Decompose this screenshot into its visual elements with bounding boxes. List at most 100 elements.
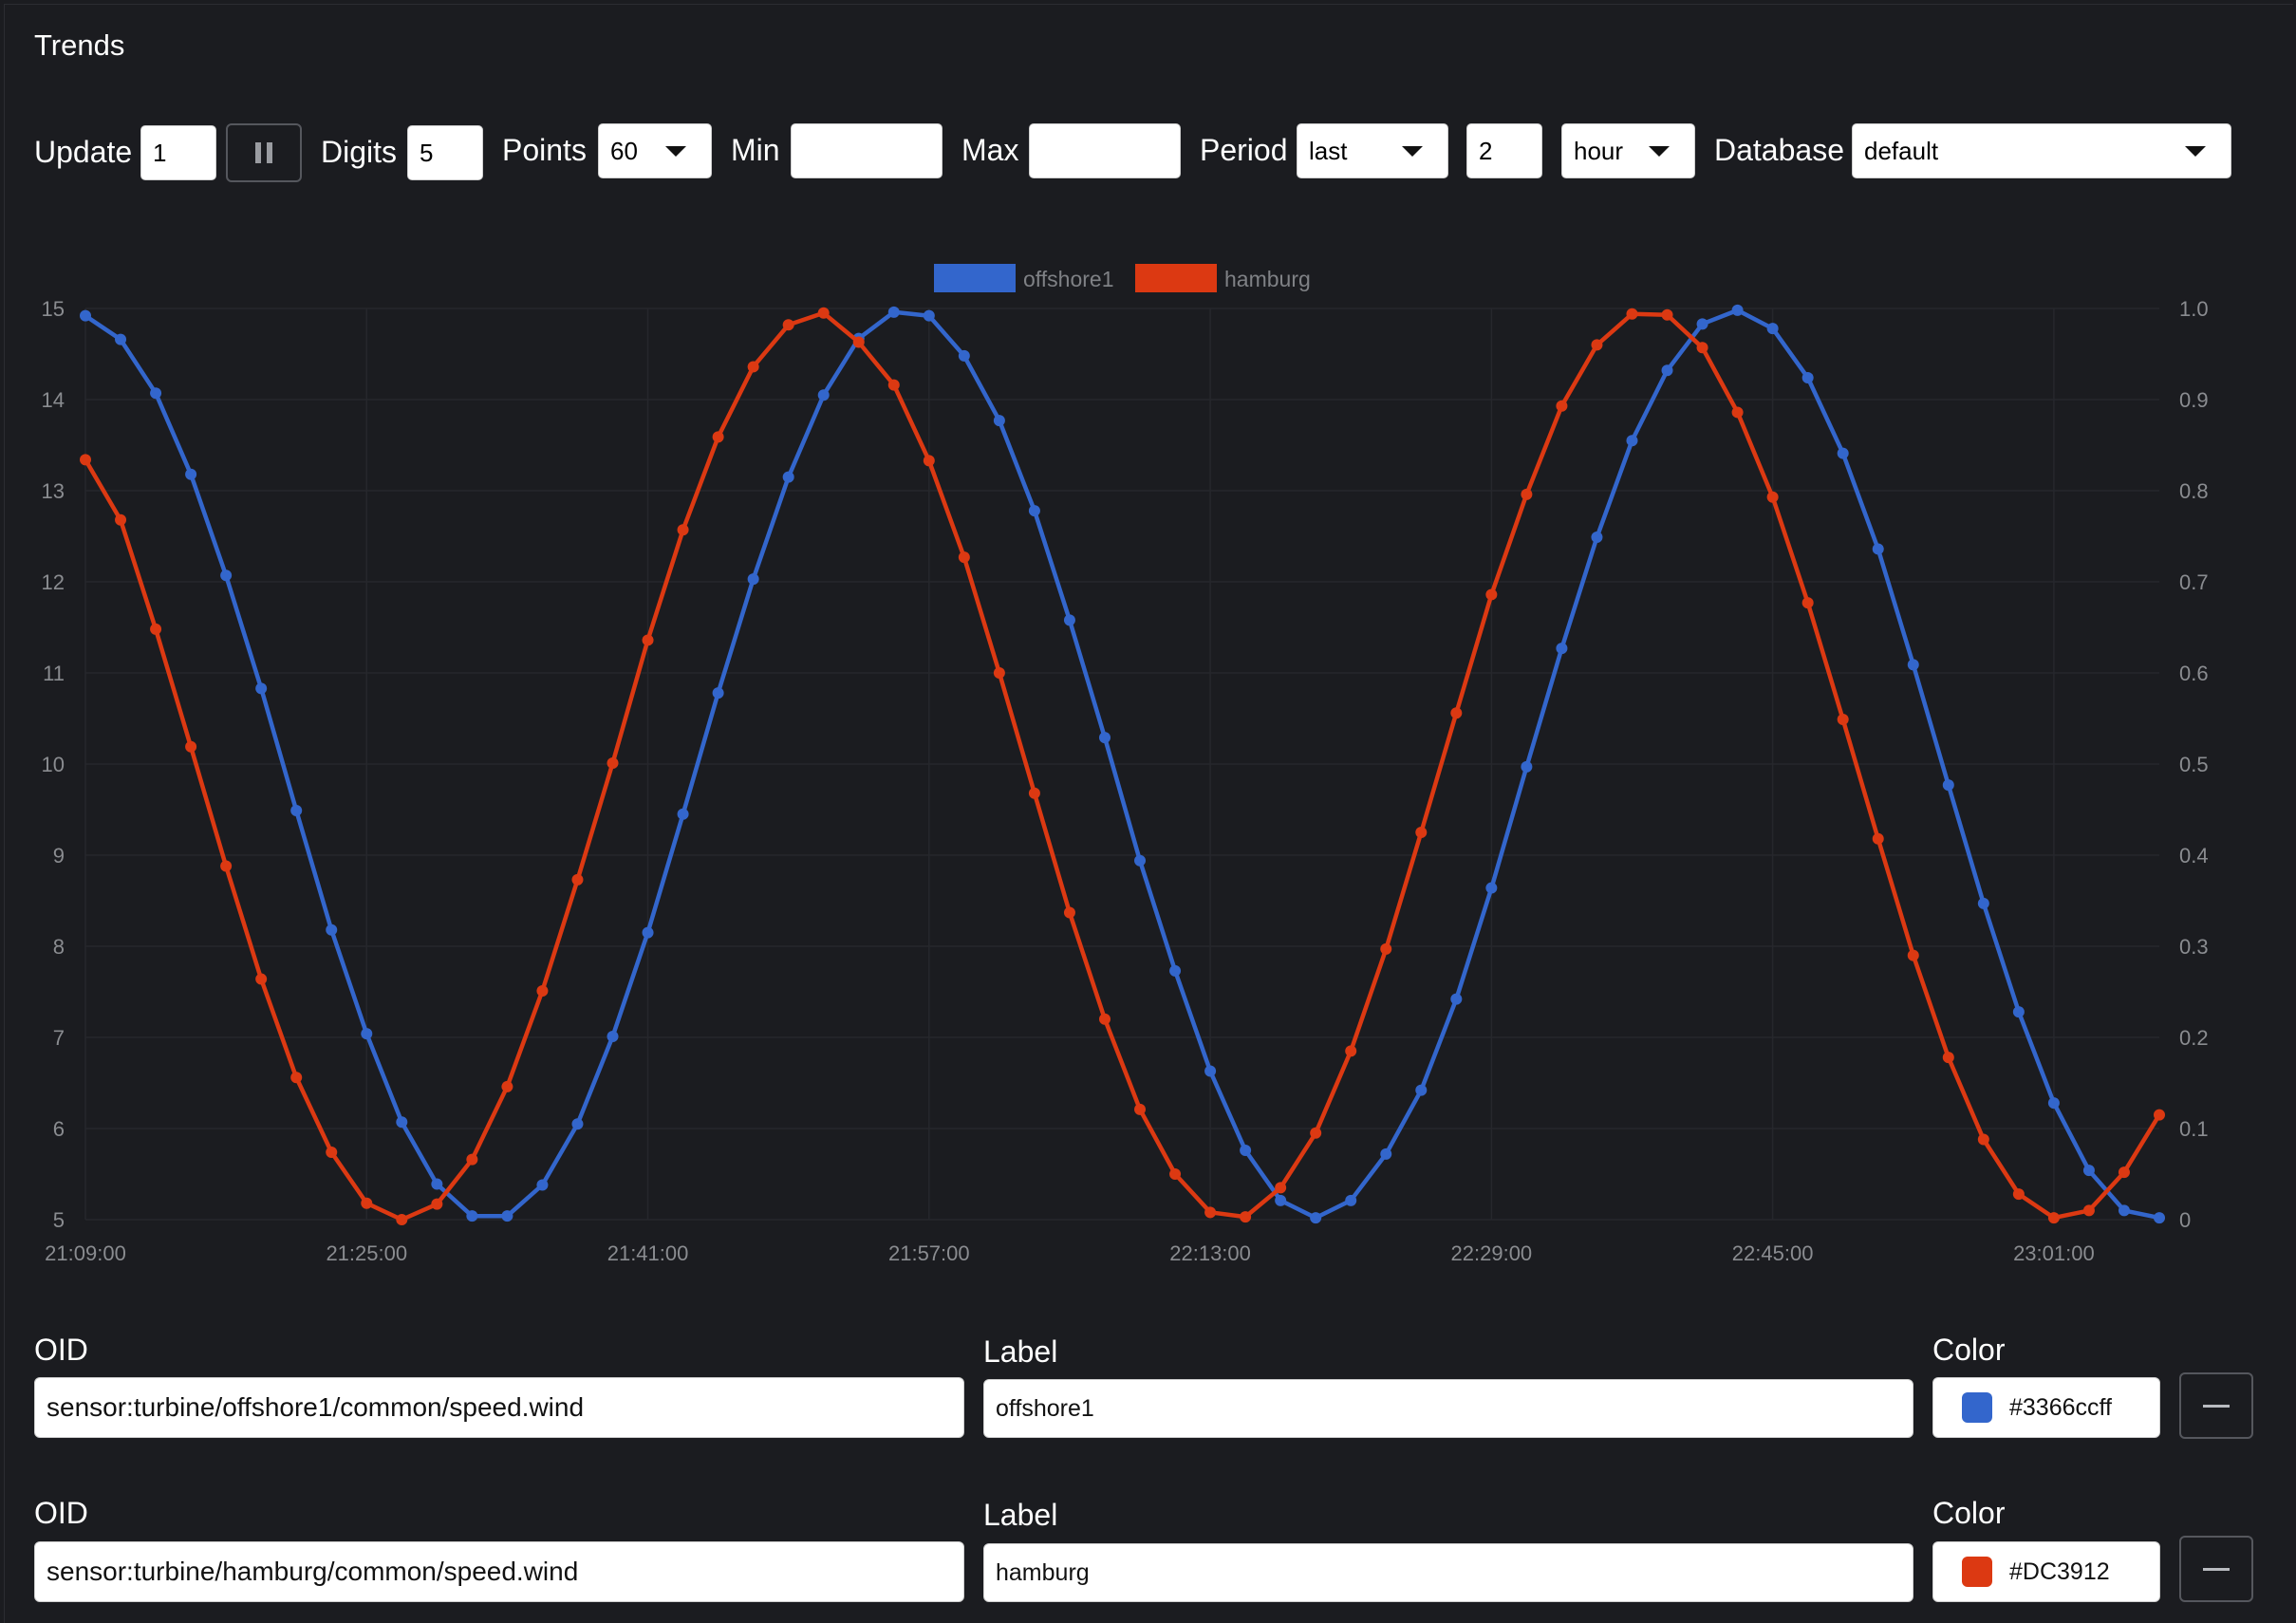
min-input[interactable]: [791, 123, 943, 178]
data-point-offshore1: [1415, 1084, 1428, 1096]
points-value: 60: [610, 136, 638, 165]
data-point-hamburg: [1801, 597, 1814, 609]
data-point-hamburg: [1556, 400, 1568, 412]
color-swatch: [1962, 1557, 1992, 1587]
data-point-hamburg: [2047, 1212, 2060, 1224]
series-label-value: offshore1: [996, 1394, 1094, 1422]
data-point-hamburg: [1591, 339, 1603, 351]
series-label-input[interactable]: offshore1: [983, 1379, 1913, 1438]
pause-button[interactable]: [226, 123, 302, 182]
data-point-offshore1: [326, 923, 338, 936]
remove-series-button[interactable]: [2179, 1536, 2253, 1602]
chevron-down-icon: [2185, 145, 2206, 157]
data-point-offshore1: [1380, 1147, 1392, 1160]
y-right-tick-label: 0.2: [2179, 1026, 2209, 1050]
data-point-offshore1: [2047, 1097, 2060, 1110]
data-point-hamburg: [1731, 406, 1744, 419]
x-tick-label: 21:25:00: [326, 1241, 407, 1265]
y-right-tick-label: 0.1: [2179, 1117, 2209, 1141]
data-point-hamburg: [1169, 1168, 1182, 1180]
data-point-offshore1: [607, 1031, 619, 1043]
data-point-offshore1: [887, 306, 900, 318]
data-point-offshore1: [1801, 371, 1814, 383]
data-point-offshore1: [2154, 1212, 2165, 1224]
data-point-hamburg: [782, 319, 794, 331]
oid-input[interactable]: sensor:turbine/hamburg/common/speed.wind: [34, 1541, 964, 1602]
data-point-offshore1: [396, 1116, 408, 1129]
period-count-value: 2: [1479, 136, 1493, 165]
pause-icon-bar-right: [267, 142, 272, 163]
trend-chart: offshore1 hamburg 5 6 7 8 9 10 11 12 13 14 15 0 0.1 0.…: [42, 264, 2209, 1265]
digits-label: Digits: [321, 135, 398, 169]
x-tick-label: 21:41:00: [607, 1241, 689, 1265]
data-point-offshore1: [501, 1210, 513, 1222]
period-count-input[interactable]: 2: [1466, 123, 1542, 178]
legend-swatch-offshore1: [934, 264, 1016, 292]
data-point-offshore1: [1556, 643, 1568, 655]
series-label-input[interactable]: hamburg: [983, 1543, 1913, 1602]
data-point-hamburg: [2012, 1188, 2025, 1201]
y-left-tick-label: 10: [42, 753, 65, 776]
chart-legend: offshore1 hamburg: [934, 264, 1311, 292]
y-left-tick-label: 14: [42, 388, 65, 412]
data-point-hamburg: [1204, 1206, 1217, 1219]
remove-series-button[interactable]: [2179, 1372, 2253, 1439]
y-right-tick-label: 0.8: [2179, 479, 2209, 503]
data-point-offshore1: [1028, 505, 1040, 517]
data-point-offshore1: [1485, 882, 1498, 894]
oid-input[interactable]: sensor:turbine/offshore1/common/speed.wi…: [34, 1377, 964, 1438]
data-point-hamburg: [1766, 491, 1779, 503]
data-point-hamburg: [887, 379, 900, 391]
data-point-hamburg: [1380, 942, 1392, 955]
data-point-offshore1: [1310, 1212, 1322, 1224]
y-left-tick-label: 6: [53, 1117, 65, 1141]
data-point-offshore1: [642, 926, 654, 939]
database-label: Database: [1714, 133, 1844, 167]
database-select[interactable]: default: [1852, 123, 2231, 178]
y-right-tick-label: 0.4: [2179, 844, 2209, 867]
data-point-offshore1: [1063, 614, 1075, 626]
y-left-tick-label: 12: [42, 570, 65, 594]
data-point-hamburg: [1063, 906, 1075, 919]
digits-input[interactable]: 5: [407, 125, 483, 180]
data-point-offshore1: [255, 682, 268, 695]
points-select[interactable]: 60: [598, 123, 712, 178]
data-point-offshore1: [80, 309, 91, 322]
x-tick-label: 22:13:00: [1169, 1241, 1251, 1265]
data-point-offshore1: [1240, 1145, 1252, 1157]
data-point-hamburg: [501, 1080, 513, 1092]
data-point-offshore1: [1521, 760, 1533, 773]
period-unit-select[interactable]: hour: [1561, 123, 1695, 178]
data-point-hamburg: [1028, 787, 1040, 799]
update-input[interactable]: 1: [140, 125, 216, 180]
data-point-offshore1: [782, 471, 794, 483]
chevron-down-icon: [665, 145, 686, 157]
oid-label: OID: [34, 1333, 88, 1367]
color-picker[interactable]: #3366ccff: [1932, 1377, 2160, 1438]
y-right-tick-label: 0.6: [2179, 662, 2209, 685]
data-point-offshore1: [817, 389, 830, 401]
x-tick-label: 22:45:00: [1732, 1241, 1814, 1265]
period-unit-value: hour: [1574, 136, 1624, 165]
data-point-hamburg: [1837, 713, 1849, 725]
chart-series: [80, 304, 2165, 1225]
data-point-hamburg: [1696, 342, 1708, 354]
data-point-offshore1: [115, 333, 127, 345]
color-picker[interactable]: #DC3912: [1932, 1541, 2160, 1602]
max-input[interactable]: [1029, 123, 1181, 178]
data-point-offshore1: [1169, 964, 1182, 977]
data-point-offshore1: [466, 1210, 478, 1222]
data-point-hamburg: [185, 740, 197, 753]
y-right-tick-label: 0: [2179, 1208, 2191, 1232]
data-point-offshore1: [361, 1028, 373, 1040]
data-point-offshore1: [1942, 779, 1954, 792]
period-mode-select[interactable]: last: [1297, 123, 1448, 178]
data-point-hamburg: [536, 985, 549, 998]
data-point-offshore1: [1591, 531, 1603, 543]
y-left-tick-label: 7: [53, 1026, 65, 1050]
series-label-label: Label: [983, 1334, 1058, 1369]
y-left-tick-label: 11: [43, 662, 65, 685]
data-point-hamburg: [1661, 308, 1673, 321]
data-point-hamburg: [677, 524, 689, 536]
data-point-hamburg: [361, 1197, 373, 1209]
